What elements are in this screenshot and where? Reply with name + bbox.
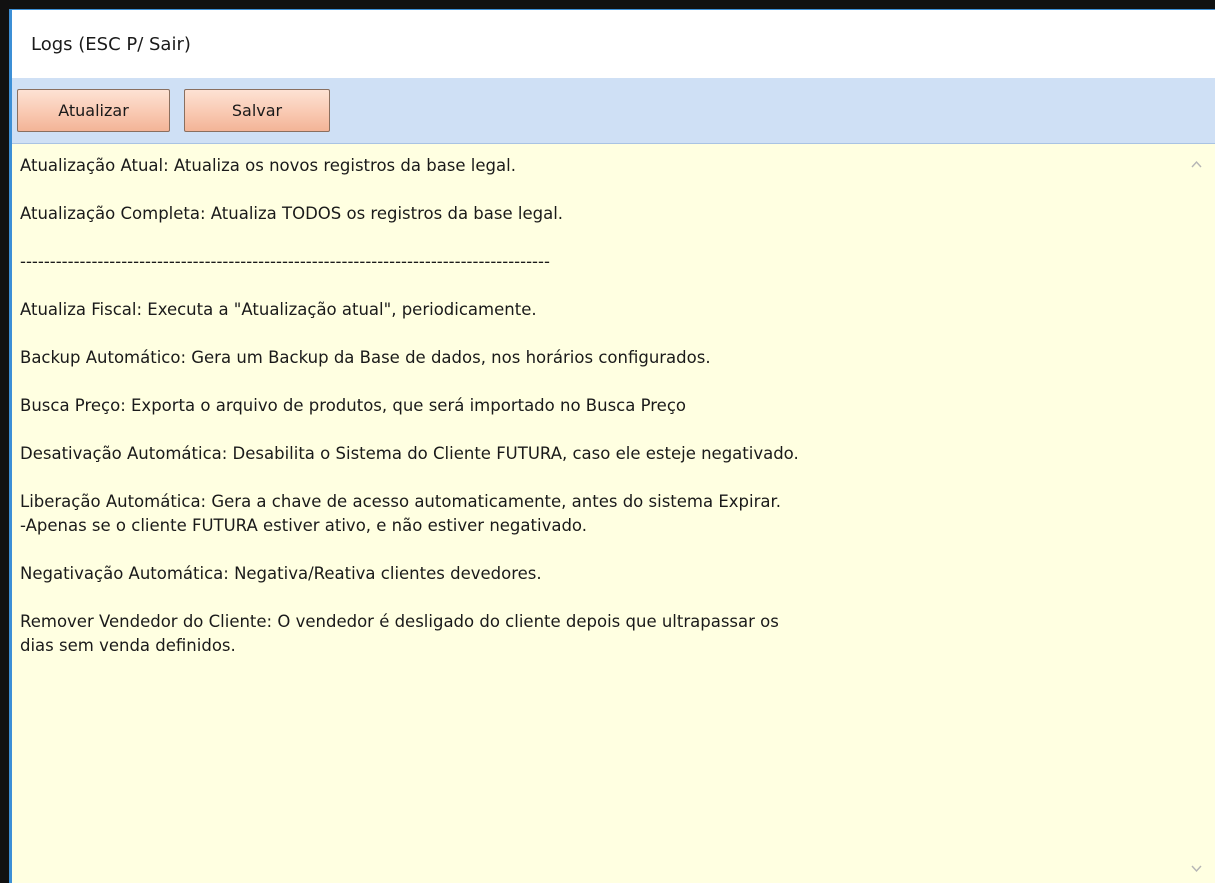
log-paragraph-auto-deactivation: Desativação Automática: Desabilita o Sis… [20,444,799,463]
log-paragraph-fiscal-update: Atualiza Fiscal: Executa a "Atualização … [20,300,537,319]
chevron-down-icon[interactable] [1190,862,1203,875]
toolbar: Atualizar Salvar [12,78,1215,144]
window-frame: Logs (ESC P/ Sair) Atualizar Salvar Atua… [9,9,1215,883]
update-button[interactable]: Atualizar [17,89,170,132]
title-bar: Logs (ESC P/ Sair) [12,10,1215,78]
window-title: Logs (ESC P/ Sair) [31,34,191,55]
save-button[interactable]: Salvar [184,89,330,132]
log-separator: ----------------------------------------… [20,252,550,271]
log-text-area[interactable]: Atualização Atual: Atualiza os novos reg… [12,144,1215,883]
chevron-up-icon[interactable] [1190,158,1203,171]
log-paragraph-auto-release: Liberação Automática: Gera a chave de ac… [20,492,781,535]
logs-window: Logs (ESC P/ Sair) Atualizar Salvar Atua… [0,0,1215,883]
log-paragraph-remove-seller: Remover Vendedor do Cliente: O vendedor … [20,612,779,655]
log-paragraph-full-update: Atualização Completa: Atualiza TODOS os … [20,204,564,223]
log-paragraph-auto-backup: Backup Automático: Gera um Backup da Bas… [20,348,711,367]
log-paragraph-price-search: Busca Preço: Exporta o arquivo de produt… [20,396,686,415]
vertical-scrollbar[interactable] [1178,144,1215,883]
log-text: Atualização Atual: Atualiza os novos reg… [20,154,1160,682]
log-paragraph-current-update: Atualização Atual: Atualiza os novos reg… [20,156,516,175]
log-paragraph-auto-negativation: Negativação Automática: Negativa/Reativa… [20,564,542,583]
